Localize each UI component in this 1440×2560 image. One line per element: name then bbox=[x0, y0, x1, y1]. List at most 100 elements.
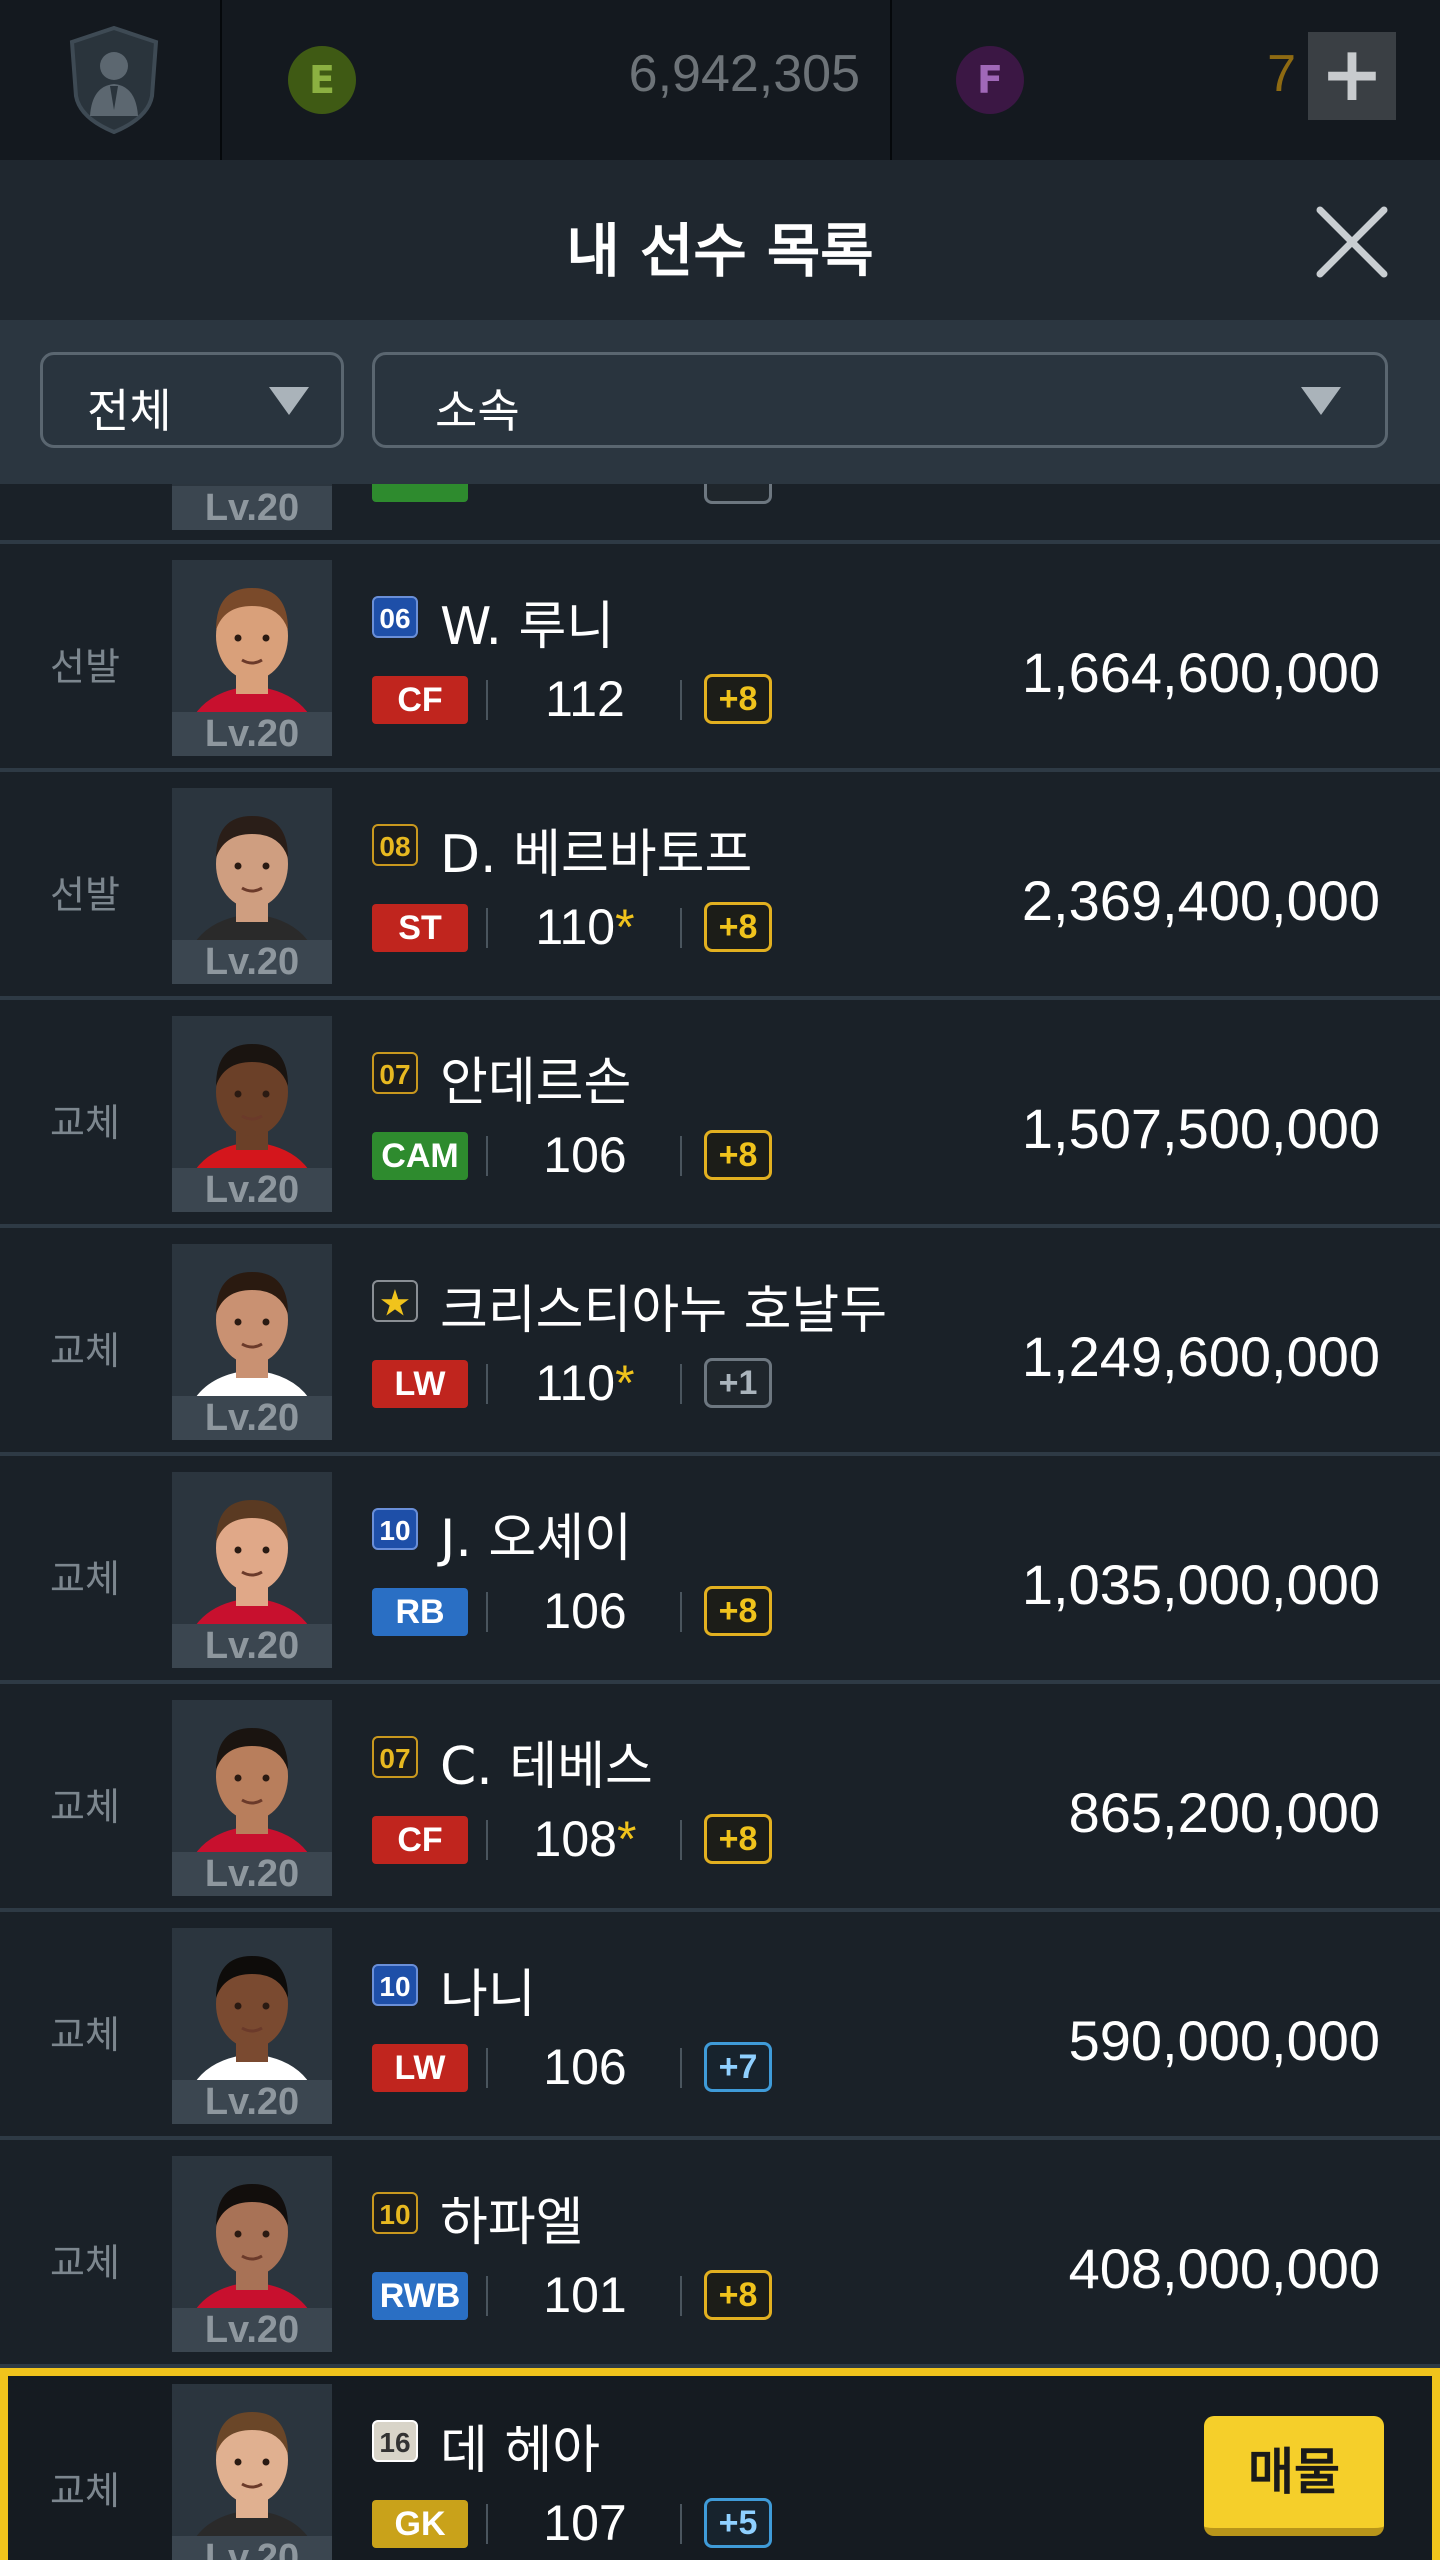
list-item[interactable]: 선발 Lv.20 06 W. 루니 CF 112 +8 1,664,600,00… bbox=[0, 544, 1440, 772]
list-item[interactable]: 교체 Lv.20 10 J. 오셰이 RB 106 +8 1,035,000,0… bbox=[0, 1456, 1440, 1684]
position-badge bbox=[372, 484, 468, 502]
player-photo: Lv.20 bbox=[172, 2156, 332, 2352]
player-level: Lv.20 bbox=[172, 486, 332, 530]
divider bbox=[680, 1136, 682, 1176]
club-dropdown[interactable]: 소속 bbox=[372, 352, 1388, 448]
list-item[interactable]: 교체 Lv.20 10 하파엘 RWB 101 +8 408,000,000 bbox=[0, 2140, 1440, 2368]
club-dropdown-label: 소속 bbox=[435, 384, 520, 438]
player-photo: Lv.20 bbox=[172, 788, 332, 984]
season-badge: ★ bbox=[372, 1280, 418, 1322]
lineup-status: 교체 bbox=[50, 2241, 120, 2285]
player-photo: Lv.20 bbox=[172, 1472, 332, 1668]
filter-bar: 전체 소속 bbox=[0, 320, 1440, 484]
player-level: Lv.20 bbox=[172, 2080, 332, 2124]
divider bbox=[680, 1364, 682, 1404]
overall-value: 108 bbox=[533, 1811, 617, 1867]
player-photo: Lv.20 bbox=[172, 484, 332, 530]
upgrade-badge bbox=[704, 484, 772, 504]
season-badge: 10 bbox=[372, 1964, 418, 2006]
lineup-status: 선발 bbox=[50, 873, 120, 917]
category-dropdown[interactable]: 전체 bbox=[40, 352, 344, 448]
lineup-status: 교체 bbox=[50, 1557, 120, 1601]
divider bbox=[680, 680, 682, 720]
list-item[interactable]: 교체 Lv.20 10 나니 LW 106 +7 590,000,000 bbox=[0, 1912, 1440, 2140]
lineup-status: 교체 bbox=[50, 1329, 120, 1373]
season-badge: 06 bbox=[372, 596, 418, 638]
upgrade-badge: +1 bbox=[704, 1358, 772, 1408]
divider bbox=[680, 2048, 682, 2088]
position-badge: CF bbox=[372, 1816, 468, 1864]
overall-rating: 107 bbox=[500, 2494, 670, 2552]
overall-value: 107 bbox=[543, 2495, 627, 2551]
player-name: J. 오셰이 bbox=[440, 1509, 632, 1569]
divider bbox=[486, 1820, 488, 1860]
position-badge: RWB bbox=[372, 2272, 468, 2320]
position-badge: LW bbox=[372, 1360, 468, 1408]
player-value: 1,507,500,000 bbox=[1021, 1097, 1380, 1160]
page-title: 내 선수 목록 bbox=[566, 217, 874, 285]
list-for-sale-button[interactable]: 매물 bbox=[1204, 2416, 1384, 2536]
ovr-star-mark: * bbox=[616, 1811, 637, 1867]
player-name: D. 베르바토프 bbox=[440, 825, 753, 885]
lineup-status: 교체 bbox=[50, 2013, 120, 2057]
player-level: Lv.20 bbox=[172, 1852, 332, 1896]
divider bbox=[680, 1592, 682, 1632]
season-badge: 08 bbox=[372, 824, 418, 866]
player-value: 1,249,600,000 bbox=[1021, 1325, 1380, 1388]
player-level: Lv.20 bbox=[172, 712, 332, 756]
player-name: C. 테베스 bbox=[440, 1737, 653, 1797]
list-item[interactable]: 교체 Lv.20 16 데 헤아 GK 107 +5 매물 bbox=[0, 2368, 1440, 2560]
position-badge: GK bbox=[372, 2500, 468, 2548]
divider bbox=[680, 908, 682, 948]
upgrade-badge: +7 bbox=[704, 2042, 772, 2092]
divider bbox=[680, 2276, 682, 2316]
player-value: 2,369,400,000 bbox=[1021, 869, 1380, 932]
divider bbox=[486, 908, 488, 948]
list-item[interactable]: 교체 Lv.20 07 안데르손 CAM 106 +8 1,507,500,00… bbox=[0, 1000, 1440, 1228]
player-level: Lv.20 bbox=[172, 1168, 332, 1212]
upgrade-badge: +8 bbox=[704, 2270, 772, 2320]
overall-value: 106 bbox=[543, 1127, 627, 1183]
upgrade-badge: +8 bbox=[704, 902, 772, 952]
player-photo: Lv.20 bbox=[172, 1016, 332, 1212]
divider bbox=[486, 2048, 488, 2088]
upgrade-badge: +8 bbox=[704, 1130, 772, 1180]
overall-rating: 108* bbox=[500, 1810, 670, 1868]
list-item-partial[interactable]: Lv.20 bbox=[0, 484, 1440, 544]
chevron-down-icon bbox=[1301, 387, 1341, 415]
upgrade-badge: +8 bbox=[704, 1586, 772, 1636]
player-photo: Lv.20 bbox=[172, 2384, 332, 2560]
category-dropdown-label: 전체 bbox=[87, 384, 172, 438]
divider bbox=[486, 1592, 488, 1632]
page-header: 내 선수 목록 bbox=[0, 160, 1440, 320]
season-badge: 10 bbox=[372, 1508, 418, 1550]
f-currency-icon: F bbox=[956, 46, 1024, 114]
list-item[interactable]: 교체 Lv.20 07 C. 테베스 CF 108* +8 865,200,00… bbox=[0, 1684, 1440, 1912]
position-badge: CAM bbox=[372, 1132, 468, 1180]
overall-rating: 110* bbox=[500, 898, 670, 956]
player-photo: Lv.20 bbox=[172, 1928, 332, 2124]
lineup-status: 선발 bbox=[50, 645, 120, 689]
manager-shield-icon[interactable] bbox=[68, 26, 160, 134]
player-list[interactable]: Lv.20 선발 Lv.20 06 W. 루니 CF 112 +8 1,664,… bbox=[0, 484, 1440, 2560]
list-item[interactable]: 선발 Lv.20 08 D. 베르바토프 ST 110* +8 2,369,40… bbox=[0, 772, 1440, 1000]
close-icon[interactable] bbox=[1310, 200, 1394, 284]
player-name: W. 루니 bbox=[440, 597, 615, 657]
player-level: Lv.20 bbox=[172, 1624, 332, 1668]
overall-rating: 106 bbox=[500, 1126, 670, 1184]
add-currency-button[interactable]: + bbox=[1308, 32, 1396, 120]
divider bbox=[680, 2504, 682, 2544]
lineup-status: 교체 bbox=[50, 1785, 120, 1829]
overall-value: 110 bbox=[535, 899, 616, 955]
upgrade-badge: +8 bbox=[704, 674, 772, 724]
player-name: 안데르손 bbox=[440, 1053, 632, 1113]
overall-value: 101 bbox=[543, 2267, 627, 2323]
divider bbox=[486, 1136, 488, 1176]
ovr-star-mark: * bbox=[615, 899, 635, 955]
divider bbox=[486, 1364, 488, 1404]
overall-value: 112 bbox=[545, 671, 625, 727]
player-name: 하파엘 bbox=[440, 2193, 584, 2253]
list-item[interactable]: 교체 Lv.20 ★ 크리스티아누 호날두 LW 110* +1 1,249,6… bbox=[0, 1228, 1440, 1456]
overall-value: 110 bbox=[535, 1355, 616, 1411]
player-value: 590,000,000 bbox=[1068, 2009, 1380, 2072]
